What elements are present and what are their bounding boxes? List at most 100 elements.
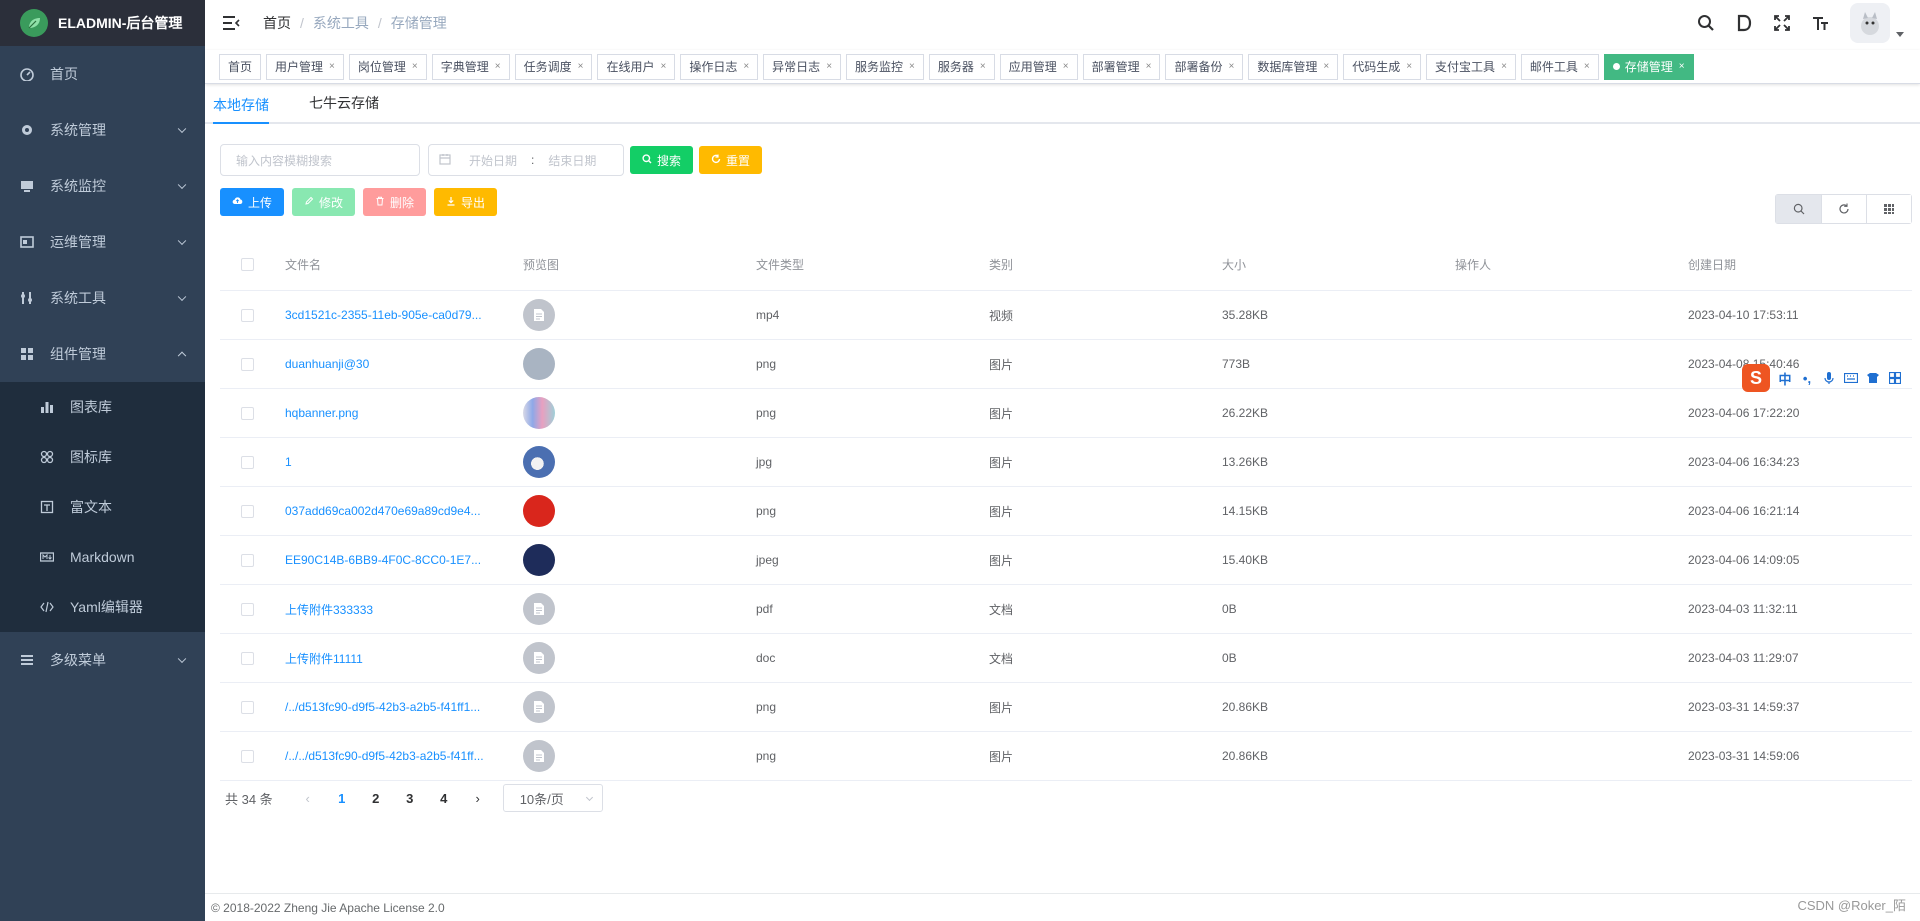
avatar[interactable] [1850,3,1890,43]
export-button[interactable]: 导出 [434,188,498,216]
search-button[interactable]: 搜索 [630,146,694,174]
toolbox-icon[interactable] [1884,367,1906,389]
table-row[interactable]: 3cd1521c-2355-11eb-905e-ca0d79... mp4 视频 35… [220,291,1912,340]
tag-item[interactable]: 在线用户 × [597,53,676,80]
table-row[interactable]: EE90C14B-6BB9-4F0C-8CC0-1E7... jpeg 图片 15.4… [220,536,1912,585]
page-number[interactable]: 3 [395,784,425,812]
prev-page-icon[interactable]: ‹ [293,784,323,812]
tag-item[interactable]: 字典管理 × [431,53,510,80]
punctuation-icon[interactable]: •, [1796,367,1818,389]
table-row[interactable]: 1 jpg 图片 13.26KB 2023-04-06 16:34:23 [220,438,1912,487]
table-row[interactable]: 上传附件11111 doc 文档 0B 2023-04-03 11:29:07 [220,634,1912,683]
preview-thumbnail[interactable] [523,593,555,625]
row-checkbox[interactable] [241,553,254,567]
row-checkbox[interactable] [241,700,254,714]
page-number[interactable]: 4 [429,784,459,812]
sidebar-item-markdown[interactable]: Markdown [0,532,205,582]
tag-item[interactable]: 用户管理 × [266,53,344,80]
sidebar-item-richtext[interactable]: 富文本 [0,482,205,532]
table-row[interactable]: /../d513fc90-d9f5-42b3-a2b5-f41ff1... png… [220,683,1912,732]
preview-thumbnail[interactable] [523,348,555,380]
row-checkbox[interactable] [241,406,254,420]
close-icon[interactable]: × [1063,55,1069,79]
close-icon[interactable]: × [1501,55,1507,79]
tag-item[interactable]: 首页 [219,53,262,80]
tag-item[interactable]: 代码生成 × [1343,53,1422,80]
ime-lang-toggle[interactable]: 中 [1774,367,1796,389]
column-header[interactable]: 文件名 [275,256,513,273]
skin-icon[interactable] [1862,367,1884,389]
file-name-link[interactable]: duanhuanji@30 [285,357,369,371]
tag-item[interactable]: 岗位管理 × [348,53,427,80]
close-icon[interactable]: × [660,55,666,79]
preview-thumbnail[interactable] [523,397,555,429]
fullscreen-icon[interactable] [1770,11,1794,35]
column-header[interactable]: 操作人 [1445,256,1678,273]
sidebar-item-icons[interactable]: 图标库 [0,432,205,482]
table-row[interactable]: /../../d513fc90-d9f5-42b3-a2b5-f41ff... p… [220,732,1912,781]
close-icon[interactable]: × [1228,55,1234,79]
tag-item[interactable]: 数据库管理 × [1248,53,1339,80]
font-size-icon[interactable] [1808,11,1832,35]
table-row[interactable]: 037add69ca002d470e69a89cd9e4... png 图片 14.1… [220,487,1912,536]
file-name-link[interactable]: hqbanner.png [285,406,358,420]
doc-icon[interactable] [1732,11,1756,35]
table-row[interactable]: hqbanner.png png 图片 26.22KB 2023-04-06 17:22… [220,389,1912,438]
sidebar-item-charts[interactable]: 图表库 [0,382,205,432]
row-checkbox[interactable] [241,308,254,322]
file-name-link[interactable]: EE90C14B-6BB9-4F0C-8CC0-1E7... [285,553,481,567]
breadcrumb-tools[interactable]: 系统工具 [313,13,369,33]
close-icon[interactable]: × [980,55,986,79]
preview-thumbnail[interactable] [523,299,555,331]
file-name-link[interactable]: /../d513fc90-d9f5-42b3-a2b5-f41ff1... [285,700,480,714]
refresh-icon[interactable] [1821,195,1866,223]
page-size-select[interactable]: 10条/页 [502,784,603,812]
row-checkbox[interactable] [241,602,254,616]
file-name-link[interactable]: 上传附件11111 [285,652,363,666]
sidebar-item-yaml[interactable]: Yaml编辑器 [0,582,205,632]
caret-down-icon[interactable] [1896,31,1904,37]
edit-button[interactable]: 修改 [292,188,356,216]
page-number[interactable]: 2 [361,784,391,812]
sidebar-item-system[interactable]: 系统管理 [0,102,205,158]
close-icon[interactable]: × [329,55,335,79]
search-icon[interactable] [1694,11,1718,35]
upload-button[interactable]: 上传 [220,188,285,216]
table-row[interactable]: 上传附件333333 pdf 文档 0B 2023-04-03 11:32:11 [220,585,1912,634]
columns-icon[interactable] [1866,195,1911,223]
close-icon[interactable]: × [1679,55,1685,79]
close-icon[interactable]: × [578,55,584,79]
row-checkbox[interactable] [241,455,254,469]
sidebar-item-multilevel[interactable]: 多级菜单 [0,632,205,688]
file-name-link[interactable]: 037add69ca002d470e69a89cd9e4... [285,504,481,518]
hamburger-icon[interactable] [221,13,241,33]
preview-thumbnail[interactable] [523,642,555,674]
preview-thumbnail[interactable] [523,691,555,723]
preview-thumbnail[interactable] [523,544,555,576]
file-name-link[interactable]: 3cd1521c-2355-11eb-905e-ca0d79... [285,308,482,322]
tag-item[interactable]: 操作日志 × [680,53,759,80]
logo[interactable]: ELADMIN-后台管理 [0,0,205,46]
row-checkbox[interactable] [241,651,254,665]
tag-item-active[interactable]: 存储管理 × [1603,53,1694,80]
breadcrumb-home[interactable]: 首页 [263,13,291,33]
file-name-link[interactable]: 上传附件333333 [285,603,373,617]
close-icon[interactable]: × [743,55,749,79]
sidebar-item-tools[interactable]: 系统工具 [0,270,205,326]
tag-item[interactable]: 应用管理 × [999,53,1078,80]
sidebar-item-ops[interactable]: 运维管理 [0,214,205,270]
column-header[interactable]: 类别 [979,256,1212,273]
tag-item[interactable]: 邮件工具 × [1520,53,1599,80]
preview-thumbnail[interactable] [523,446,555,478]
row-checkbox[interactable] [241,749,254,763]
close-icon[interactable]: × [1406,55,1412,79]
next-page-icon[interactable]: › [463,784,493,812]
ime-logo[interactable]: S [1742,364,1770,392]
microphone-icon[interactable] [1818,367,1840,389]
tag-item[interactable]: 服务监控 × [846,53,924,80]
date-range-picker[interactable]: 开始日期 : 结束日期 [428,144,624,176]
tab-qiniu-storage[interactable]: 七牛云存储 [309,84,379,122]
tag-item[interactable]: 部署管理 × [1082,53,1161,80]
sidebar-item-home[interactable]: 首页 [0,46,205,102]
tag-item[interactable]: 部署备份 × [1165,53,1244,80]
